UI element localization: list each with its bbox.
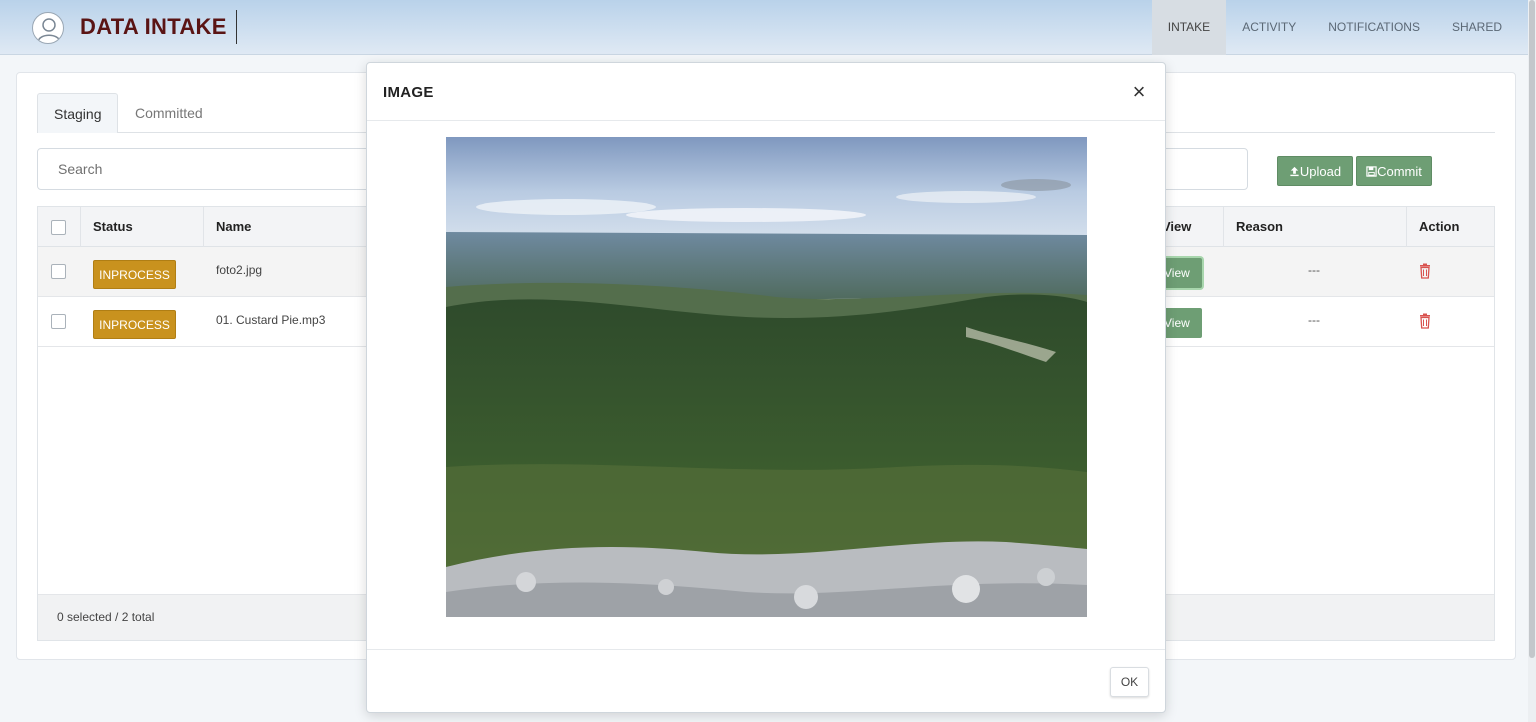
save-icon — [1366, 166, 1377, 177]
tab-committed[interactable]: Committed — [119, 93, 219, 133]
image-modal: IMAGE × OK — [366, 62, 1166, 713]
modal-title: IMAGE — [383, 84, 434, 101]
header-action: Action — [1419, 219, 1460, 234]
trash-icon[interactable] — [1418, 313, 1432, 329]
app-title: DATA INTAKE — [80, 14, 227, 39]
title-divider — [236, 10, 237, 44]
user-avatar-icon[interactable] — [32, 12, 64, 44]
scrollbar-thumb[interactable] — [1529, 0, 1535, 658]
modal-header: IMAGE × — [367, 63, 1165, 121]
close-icon[interactable]: × — [1129, 80, 1149, 104]
reason-text: --- — [1308, 263, 1320, 277]
status-badge: INPROCESS — [93, 310, 176, 339]
nav-shared[interactable]: SHARED — [1436, 0, 1518, 55]
file-name: foto2.jpg — [216, 263, 263, 277]
upload-label: Upload — [1299, 164, 1342, 179]
select-all-checkbox[interactable] — [51, 220, 66, 235]
trash-icon[interactable] — [1418, 263, 1432, 279]
header-reason[interactable]: Reason — [1236, 207, 1283, 247]
app-header: DATA INTAKE INTAKE ACTIVITY NOTIFICATION… — [0, 0, 1536, 55]
commit-button[interactable]: Commit — [1356, 156, 1432, 186]
page-scrollbar[interactable] — [1528, 0, 1536, 722]
upload-icon — [1290, 166, 1299, 177]
nav-notifications[interactable]: NOTIFICATIONS — [1312, 0, 1436, 55]
row-checkbox[interactable] — [51, 314, 66, 329]
landscape-image — [446, 137, 1087, 617]
image-preview — [446, 137, 1087, 617]
status-badge: INPROCESS — [93, 260, 176, 289]
nav-activity[interactable]: ACTIVITY — [1226, 0, 1312, 55]
upload-button[interactable]: Upload — [1277, 156, 1353, 186]
top-nav: INTAKE ACTIVITY NOTIFICATIONS SHARED — [1151, 0, 1518, 55]
header-status[interactable]: Status — [93, 207, 133, 247]
commit-label: Commit — [1377, 164, 1422, 179]
nav-intake[interactable]: INTAKE — [1151, 0, 1227, 55]
header-name[interactable]: Name — [216, 207, 251, 247]
view-button[interactable]: View — [1162, 308, 1202, 338]
selection-count: 0 selected / 2 total — [57, 610, 155, 624]
modal-footer: OK — [367, 649, 1165, 713]
reason-text: --- — [1308, 313, 1320, 327]
file-name: 01. Custard Pie.mp3 — [216, 313, 326, 327]
header-view: View — [1162, 219, 1192, 234]
tab-staging[interactable]: Staging — [37, 93, 118, 133]
view-button[interactable]: View — [1162, 258, 1202, 288]
row-checkbox[interactable] — [51, 264, 66, 279]
ok-button[interactable]: OK — [1110, 667, 1149, 697]
